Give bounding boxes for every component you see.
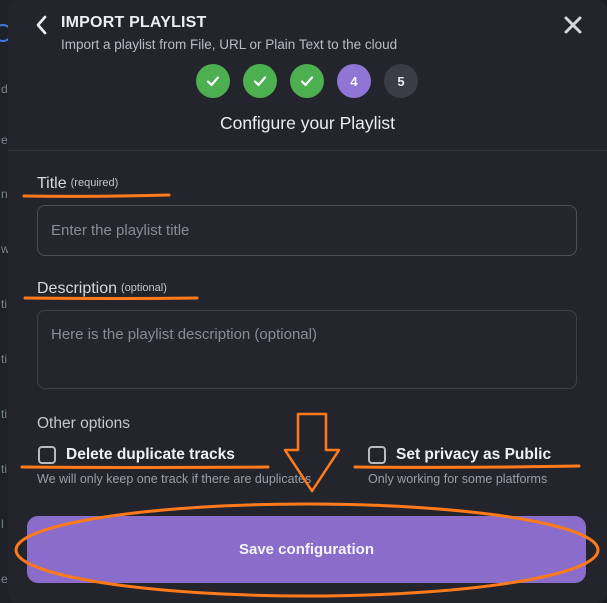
delete-duplicates-checkbox[interactable]	[38, 446, 56, 464]
step-5-pending: 5	[384, 64, 418, 98]
check-icon	[253, 76, 267, 87]
public-privacy-checkbox[interactable]	[368, 446, 386, 464]
description-label-text: Description	[37, 280, 118, 297]
modal-subtitle: Import a playlist from File, URL or Plai…	[61, 37, 398, 52]
step-2-complete	[243, 64, 277, 98]
description-optional-hint: (optional)	[121, 282, 167, 294]
public-privacy-label[interactable]: Set privacy as Public	[396, 446, 551, 464]
modal-header: IMPORT PLAYLIST Import a playlist from F…	[8, 0, 607, 150]
close-icon[interactable]	[564, 16, 582, 34]
header-divider	[8, 150, 607, 151]
check-icon	[206, 76, 220, 87]
background-text: e	[1, 572, 8, 586]
public-privacy-hint: Only working for some platforms	[368, 472, 548, 486]
background-text: n	[1, 187, 8, 201]
background-text: ti	[1, 352, 7, 366]
delete-duplicates-label[interactable]: Delete duplicate tracks	[66, 446, 235, 464]
background-text: ti	[1, 462, 7, 476]
public-privacy-option[interactable]: Set privacy as Public	[368, 446, 551, 464]
step-title: Configure your Playlist	[219, 113, 396, 133]
step-3-complete	[290, 64, 324, 98]
title-label-text: Title	[37, 175, 67, 192]
background-text: ti	[1, 407, 7, 421]
step-indicator: 4 5	[196, 64, 418, 98]
title-required-hint: (required)	[70, 177, 119, 189]
title-label: Title (required)	[37, 175, 118, 193]
delete-duplicates-hint: We will only keep one track if there are…	[37, 472, 312, 486]
save-configuration-button[interactable]: Save configuration	[27, 516, 586, 583]
description-label: Description (optional)	[37, 280, 167, 298]
import-playlist-modal: IMPORT PLAYLIST Import a playlist from F…	[8, 0, 607, 603]
background-text: l	[1, 517, 4, 531]
chevron-left-icon[interactable]	[32, 14, 52, 36]
step-4-active: 4	[337, 64, 371, 98]
background-text: ti	[1, 297, 7, 311]
step-1-complete	[196, 64, 230, 98]
title-input[interactable]	[37, 205, 577, 256]
modal-title: IMPORT PLAYLIST	[61, 14, 207, 31]
description-textarea[interactable]	[37, 310, 577, 389]
background-text: e	[1, 133, 8, 147]
delete-duplicates-option[interactable]: Delete duplicate tracks	[38, 446, 235, 464]
background-text: d	[1, 82, 8, 96]
other-options-heading: Other options	[37, 415, 131, 432]
check-icon	[300, 76, 314, 87]
